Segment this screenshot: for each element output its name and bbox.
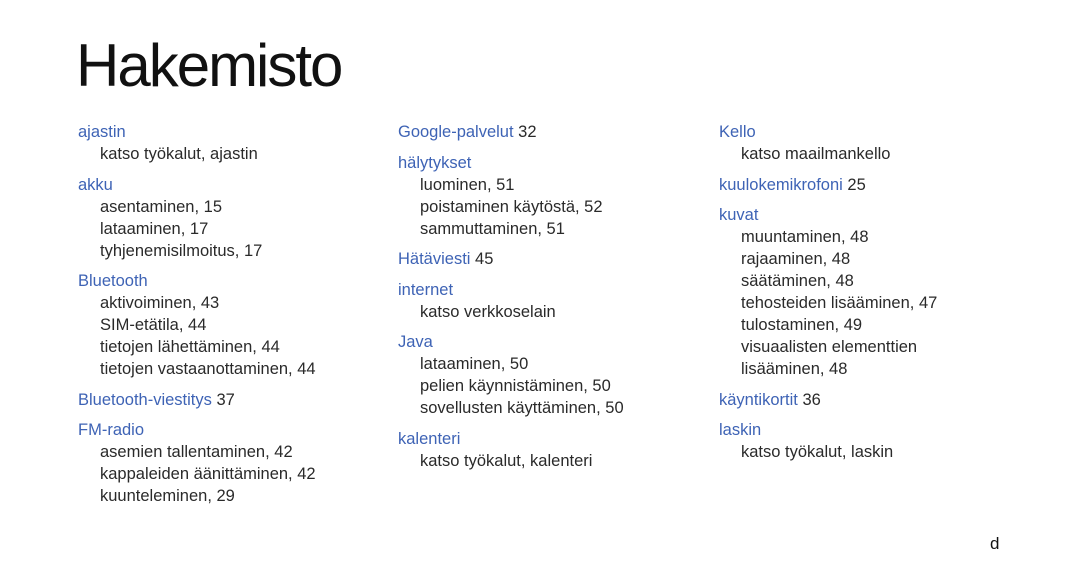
index-term[interactable]: kuvat	[719, 204, 1029, 226]
index-entry: Bluetooth aktivoiminen, 43 SIM-etätila, 44…	[78, 270, 388, 380]
index-page-number: 45	[475, 250, 494, 268]
index-subentry: rajaaminen, 48	[741, 250, 851, 268]
index-entry: FM-radio asemien tallentaminen, 42 kappale…	[78, 419, 388, 507]
index-entry: Google-palvelut 32	[398, 121, 708, 143]
index-entry: laskin katso työkalut, laskin	[719, 419, 1029, 463]
index-term-label: kalenteri	[398, 429, 461, 448]
index-term[interactable]: ajastin	[78, 121, 388, 143]
index-page-number: 36	[802, 390, 821, 409]
index-term[interactable]: kalenteri	[398, 428, 708, 450]
index-term[interactable]: Google-palvelut 32	[398, 121, 708, 143]
index-term[interactable]: kuulokemikrofoni 25	[719, 174, 1029, 196]
index-subentry: katso työkalut, ajastin	[100, 145, 258, 163]
index-page-number: 25	[847, 175, 866, 194]
index-term[interactable]: Hätäviesti 45	[398, 248, 708, 270]
index-subentry: SIM-etätila, 44	[100, 316, 207, 334]
index-entry: akku asentaminen, 15 lataaminen, 17 tyhjene…	[78, 174, 388, 262]
index-subentry: lisääminen, 48	[741, 360, 848, 378]
index-term-label: Bluetooth-viestitys	[78, 390, 212, 409]
index-subentry: säätäminen, 48	[741, 272, 854, 290]
index-term-label: Bluetooth	[78, 272, 148, 290]
index-page-number: 32	[518, 123, 537, 141]
index-entry: hälytykset luominen, 51 poistaminen käytös…	[398, 152, 708, 240]
index-entry: Hätäviesti 45	[398, 248, 708, 270]
index-term[interactable]: Kello	[719, 121, 1029, 143]
index-subentry: kappaleiden äänittäminen, 42	[100, 465, 316, 483]
index-term[interactable]: internet	[398, 279, 708, 301]
index-subentry: muuntaminen, 48	[741, 228, 869, 246]
index-page-number: 37	[216, 390, 235, 409]
index-entry: ajastin katso työkalut, ajastin	[78, 121, 388, 165]
index-term-label: Hätäviesti	[398, 250, 471, 268]
index-entry: Bluetooth-viestitys 37	[78, 389, 388, 411]
index-term-label: käyntikortit	[719, 390, 798, 409]
index-entry: Java lataaminen, 50 pelien käynnistäminen,…	[398, 331, 708, 419]
page-title: Hakemisto	[76, 32, 343, 99]
index-entry: kuulokemikrofoni 25	[719, 174, 1029, 196]
index-term-label: kuvat	[719, 206, 759, 224]
index-term-label: internet	[398, 280, 454, 299]
index-subentry: tulostaminen, 49	[741, 316, 863, 334]
index-subentry: sovellusten käyttäminen, 50	[420, 399, 624, 417]
index-term-label: FM-radio	[78, 421, 145, 439]
index-column-1: ajastin katso työkalut, ajastin akku asenta…	[78, 121, 388, 516]
index-term[interactable]: käyntikortit 36	[719, 389, 1029, 411]
index-subentry: luominen, 51	[420, 175, 515, 194]
index-term-label: hälytykset	[398, 153, 472, 172]
page-marker: d	[990, 534, 1000, 553]
index-column-3: Kello katso maailmankello kuulokemikrofoni…	[719, 121, 1029, 472]
index-subentry: poistaminen käytöstä, 52	[420, 197, 603, 216]
index-term[interactable]: hälytykset	[398, 152, 708, 174]
index-subentry: lataaminen, 50	[420, 355, 529, 373]
index-term-label: ajastin	[78, 123, 126, 141]
index-term-label: Java	[398, 333, 433, 351]
index-term[interactable]: akku	[78, 174, 388, 196]
index-entry: Kello katso maailmankello	[719, 121, 1029, 165]
index-subentry: tietojen vastaanottaminen, 44	[100, 360, 316, 378]
index-term[interactable]: Java	[398, 331, 708, 353]
index-subentry: asemien tallentaminen, 42	[100, 443, 293, 461]
index-entry: kuvat muuntaminen, 48 rajaaminen, 48 säätäm…	[719, 204, 1029, 380]
index-subentry: asentaminen, 15	[100, 197, 223, 216]
index-subentry: katso työkalut, kalenteri	[420, 451, 593, 470]
index-term[interactable]: Bluetooth-viestitys 37	[78, 389, 388, 411]
index-term-label: Google-palvelut	[398, 123, 514, 141]
index-term[interactable]: Bluetooth	[78, 270, 388, 292]
index-term-label: akku	[78, 175, 113, 194]
index-subentry: sammuttaminen, 51	[420, 219, 565, 238]
index-term-label: laskin	[719, 421, 762, 439]
index-subentry: katso verkkoselain	[420, 302, 556, 321]
index-term-label: kuulokemikrofoni	[719, 175, 843, 194]
index-subentry: katso työkalut, laskin	[741, 443, 894, 461]
index-term[interactable]: FM-radio	[78, 419, 388, 441]
index-subentry: tyhjenemisilmoitus, 17	[100, 241, 263, 260]
index-entry: internet katso verkkoselain	[398, 279, 708, 323]
index-subentry: lataaminen, 17	[100, 219, 209, 238]
index-subentry: tietojen lähettäminen, 44	[100, 338, 280, 356]
index-term[interactable]: laskin	[719, 419, 1029, 441]
index-entry: käyntikortit 36	[719, 389, 1029, 411]
index-term-label: Kello	[719, 123, 756, 141]
index-subentry: visuaalisten elementtien	[741, 338, 918, 356]
index-subentry: aktivoiminen, 43	[100, 294, 220, 312]
index-subentry: katso maailmankello	[741, 145, 891, 163]
index-entry: kalenteri katso työkalut, kalenteri	[398, 428, 708, 472]
index-subentry: tehosteiden lisääminen, 47	[741, 294, 938, 312]
index-column-2: Google-palvelut 32 hälytykset luominen, 51…	[398, 121, 708, 480]
index-subentry: kuunteleminen, 29	[100, 487, 235, 505]
index-subentry: pelien käynnistäminen, 50	[420, 377, 611, 395]
